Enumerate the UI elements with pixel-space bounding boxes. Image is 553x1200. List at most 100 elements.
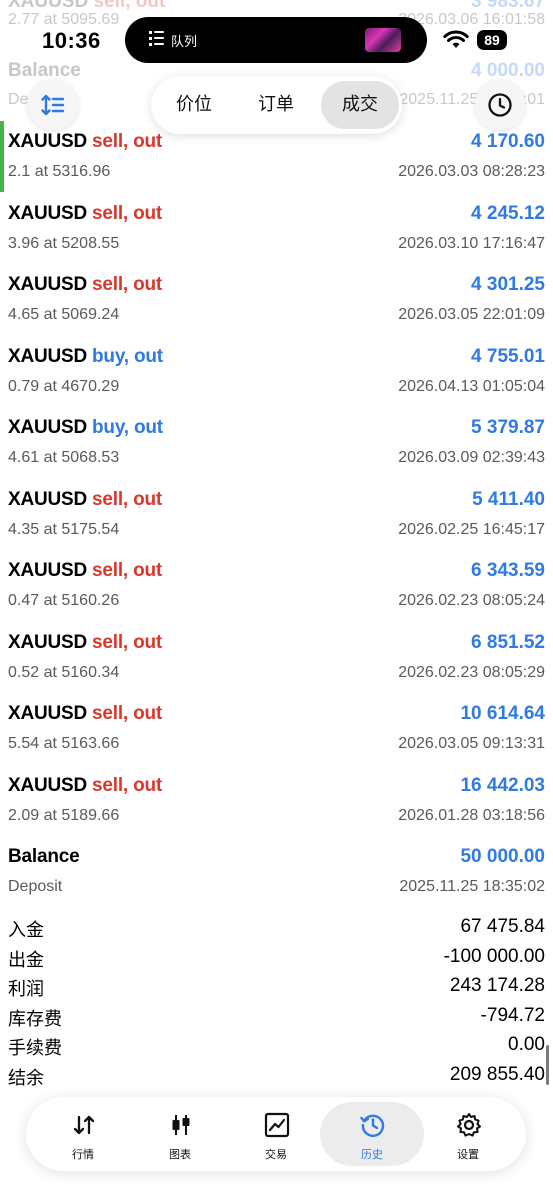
deal-volume-price: 4.65 at 5069.24 [8, 306, 120, 323]
deal-kind: buy, out [92, 345, 163, 367]
summary-profit: 利润 243 174.28 [0, 973, 553, 1003]
bottom-tab-bar: 行情 图表 交易 历史 设置 [26, 1097, 526, 1171]
deal-amount: 6 851.52 [471, 631, 545, 653]
summary-value: -794.72 [480, 1004, 545, 1026]
deal-symbol: XAUUSD [8, 488, 88, 510]
tab-chart[interactable]: 图表 [128, 1102, 232, 1166]
tab-quotes[interactable]: 行情 [31, 1102, 135, 1166]
deal-kind: sell, out [92, 202, 163, 224]
deal-comment: Deposit [8, 878, 63, 895]
tab-label: 设置 [457, 1148, 479, 1161]
deal-row[interactable]: XAUUSD sell, out 4.65 at 5069.24 4 301.25… [0, 264, 553, 336]
deal-time: 2026.03.05 22:01:09 [398, 306, 545, 323]
summary-swap: 库存费 -794.72 [0, 1003, 553, 1033]
deal-symbol: XAUUSD [8, 345, 88, 367]
summary-value: -100 000.00 [443, 945, 545, 967]
dynamic-island[interactable]: 队列 [125, 17, 427, 63]
deal-time: 2026.03.10 17:16:47 [398, 234, 545, 252]
deal-kind: sell, out [92, 560, 163, 581]
deal-kind: sell, out [92, 631, 163, 653]
deal-volume-price: 3.96 at 5208.55 [8, 234, 120, 252]
battery-indicator: 89 [477, 30, 507, 50]
summary-value: 209 855.40 [449, 1063, 545, 1085]
summary-deposit: 入金 67 475.84 [0, 914, 553, 944]
deal-amount: 10 614.64 [460, 703, 545, 724]
tab-settings[interactable]: 设置 [416, 1102, 520, 1166]
summary-label: 出金 [8, 949, 44, 971]
scrollbar[interactable] [546, 1045, 549, 1085]
deal-amount: 4 301.25 [471, 274, 545, 295]
tab-label: 交易 [265, 1148, 287, 1161]
deal-volume-price: 4.61 at 5068.53 [8, 449, 120, 466]
deal-symbol: XAUUSD [8, 774, 88, 796]
deal-volume-price: 0.52 at 5160.34 [8, 663, 120, 681]
summary-label: 库存费 [8, 1008, 62, 1030]
deal-kind: sell, out [92, 703, 163, 724]
clock: 10:36 [42, 28, 101, 53]
wifi-icon [443, 30, 469, 48]
deal-time: 2026.01.28 03:18:56 [398, 806, 545, 824]
deal-symbol: XAUUSD [8, 703, 88, 724]
deal-volume-price: 5.54 at 5163.66 [8, 735, 120, 752]
deal-row[interactable]: XAUUSD buy, out 4.61 at 5068.53 5 379.87 … [0, 407, 553, 479]
balance-row[interactable]: Balance Deposit 50 000.00 2025.11.25 18:… [0, 836, 553, 908]
deal-amount: 4 755.01 [471, 345, 545, 367]
deal-row[interactable]: XAUUSD sell, out 0.47 at 5160.26 6 343.59… [0, 550, 553, 622]
deal-amount: 4 245.12 [471, 202, 545, 224]
summary-label: 利润 [8, 979, 44, 1000]
deal-time: 2026.03.03 08:28:23 [398, 163, 545, 180]
deal-row[interactable]: XAUUSD sell, out 2.1 at 5316.96 4 170.60 … [0, 121, 553, 193]
tab-label: 图表 [169, 1148, 191, 1161]
candlestick-chart-icon [172, 1115, 190, 1135]
sort-arrows-icon [41, 94, 65, 116]
deal-row[interactable]: XAUUSD sell, out 4.35 at 5175.54 5 411.40… [0, 479, 553, 551]
deal-symbol: Balance [8, 846, 80, 867]
tab-trade[interactable]: 交易 [224, 1102, 328, 1166]
status-bar: 10:36 队列 89 [0, 0, 553, 80]
deal-row[interactable]: XAUUSD sell, out 2.09 at 5189.66 16 442.0… [0, 765, 553, 837]
deal-time: 2026.02.23 08:05:24 [398, 592, 545, 609]
deal-amount: 6 343.59 [471, 560, 545, 581]
deal-volume-price: 2.1 at 5316.96 [8, 163, 111, 180]
deal-time: 2026.04.13 01:05:04 [398, 377, 545, 395]
deal-kind: buy, out [92, 417, 163, 438]
deal-time: 2026.02.25 16:45:17 [398, 520, 545, 538]
summary-value: 243 174.28 [449, 975, 545, 996]
deal-symbol: XAUUSD [8, 202, 88, 224]
deal-volume-price: 0.47 at 5160.26 [8, 592, 120, 609]
deal-amount: 4 170.60 [471, 131, 545, 152]
deal-amount: 5 411.40 [472, 488, 545, 510]
deal-symbol: XAUUSD [8, 274, 88, 295]
summary-value: 0.00 [508, 1034, 545, 1055]
deal-kind: sell, out [92, 131, 163, 152]
deal-row[interactable]: XAUUSD sell, out 3.96 at 5208.55 4 245.12… [0, 193, 553, 265]
deal-amount: 16 442.03 [460, 774, 545, 796]
deal-symbol: XAUUSD [8, 631, 88, 653]
deal-symbol: XAUUSD [8, 560, 88, 581]
deal-row[interactable]: XAUUSD sell, out 0.52 at 5160.34 6 851.52… [0, 622, 553, 694]
deals-list: XAUUSD sell, out 2.1 at 5316.96 4 170.60 … [0, 121, 553, 908]
deal-kind: sell, out [92, 274, 163, 295]
deal-time: 2026.03.05 09:13:31 [398, 735, 545, 752]
history-summary: 入金 67 475.84 出金 -100 000.00 利润 243 174.2… [0, 914, 553, 1091]
tab-label: 行情 [72, 1148, 94, 1161]
deal-time: 2025.11.25 18:35:02 [399, 878, 545, 895]
deal-time: 2026.03.09 02:39:43 [398, 449, 545, 466]
tab-history[interactable]: 历史 [320, 1102, 424, 1166]
tab-label: 历史 [361, 1148, 383, 1161]
deal-kind: sell, out [92, 774, 163, 796]
deal-row[interactable]: XAUUSD sell, out 5.54 at 5163.66 10 614.6… [0, 693, 553, 765]
deal-volume-price: 4.35 at 5175.54 [8, 520, 120, 538]
deal-kind: sell, out [92, 488, 163, 510]
gear-icon [457, 1113, 481, 1137]
queue-icon [149, 30, 165, 48]
deal-amount: 5 379.87 [471, 417, 545, 438]
quotes-arrows-icon [73, 1115, 95, 1135]
summary-label: 结余 [8, 1067, 44, 1089]
deal-row[interactable]: XAUUSD buy, out 0.79 at 4670.29 4 755.01 … [0, 336, 553, 408]
summary-balance: 结余 209 855.40 [0, 1062, 553, 1092]
summary-value: 67 475.84 [460, 916, 545, 937]
deal-volume-price: 0.79 at 4670.29 [8, 377, 120, 395]
history-clock-icon [360, 1114, 385, 1137]
deal-volume-price: 2.09 at 5189.66 [8, 806, 120, 824]
